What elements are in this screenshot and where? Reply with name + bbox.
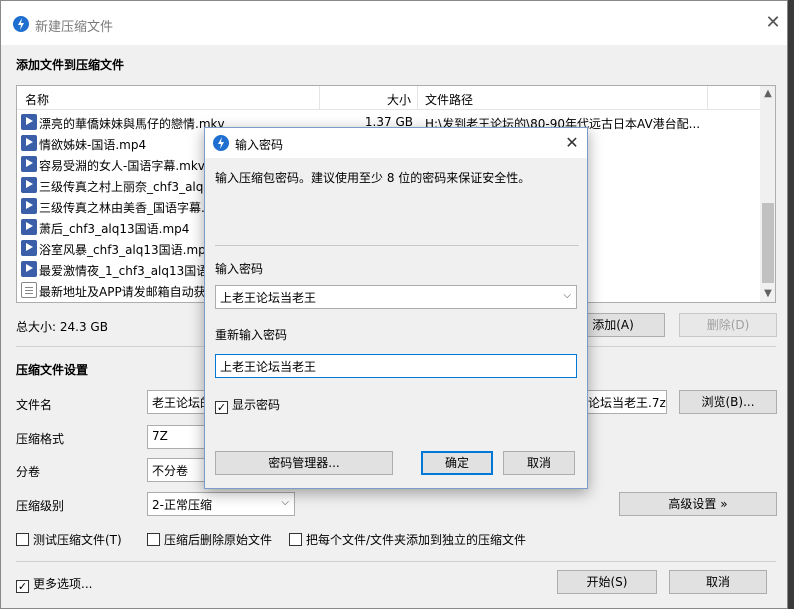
app-logo-icon: [213, 135, 229, 151]
password-value: 上老王论坛当老王: [220, 291, 317, 305]
split-label: 分卷: [16, 465, 41, 479]
level-select[interactable]: 2-正常压缩 ⌵: [147, 492, 295, 516]
file-name: 漂亮的華僑妹妹與馬仔的戀情.mkv: [39, 117, 225, 131]
title-bar: 新建压缩文件 ✕: [1, 1, 787, 45]
window-close-icon[interactable]: ✕: [761, 11, 785, 35]
column-separator[interactable]: [707, 86, 708, 110]
section-divider: [16, 561, 776, 562]
column-name-header[interactable]: 名称: [25, 91, 49, 108]
filename-label: 文件名: [16, 398, 53, 412]
format-label: 压缩格式: [16, 432, 65, 446]
ok-button[interactable]: 确定: [421, 451, 493, 475]
filename-value: 老王论坛的: [152, 396, 213, 410]
file-name: 三级传真之村上丽奈_chf3_alq1: [39, 180, 212, 194]
file-name: 三级传真之林由美香_国语字幕.: [39, 201, 205, 215]
format-select[interactable]: 7Z: [147, 425, 207, 449]
file-name: 浴室风暴_chf3_alq13国语.mp4: [39, 243, 214, 257]
column-separator[interactable]: [417, 86, 418, 110]
files-section-label: 添加文件到压缩文件: [16, 58, 125, 72]
separate-archives-label: 把每个文件/文件夹添加到独立的压缩文件: [306, 533, 527, 547]
test-archive-label: 测试压缩文件(T): [33, 533, 122, 547]
confirm-password-label: 重新输入密码: [215, 328, 288, 342]
checkbox-box[interactable]: [289, 533, 302, 546]
level-value: 2-正常压缩: [152, 498, 212, 512]
more-options-checkbox[interactable]: ✓ 更多选项...: [16, 575, 92, 593]
format-value: 7Z: [152, 429, 168, 443]
file-name: 容易受淵的女人-国语字幕.mkv: [39, 159, 205, 173]
delete-button[interactable]: 删除(D): [679, 313, 777, 337]
scroll-up-icon[interactable]: ▲: [760, 86, 775, 102]
video-file-icon: [21, 219, 37, 235]
file-name: 萧后_chf3_alq13国语.mp4: [39, 222, 190, 236]
split-value: 不分卷: [152, 464, 189, 478]
dialog-description: 输入压缩包密码。建议使用至少 8 位的密码来保证安全性。: [215, 171, 531, 185]
video-file-icon: [21, 198, 37, 214]
delete-after-checkbox[interactable]: 压缩后删除原始文件: [147, 531, 272, 548]
settings-section-label: 压缩文件设置: [16, 363, 89, 377]
video-file-icon: [21, 240, 37, 256]
password-combobox[interactable]: 上老王论坛当老王 ⌵: [215, 285, 577, 309]
file-name: 最爱激情夜_1_chf3_alq13国语.: [39, 264, 213, 278]
confirm-password-input[interactable]: 上老王论坛当老王: [215, 354, 577, 378]
password-manager-button[interactable]: 密码管理器...: [215, 451, 393, 475]
file-name: 情欲姊妹-国语.mp4: [39, 138, 147, 152]
show-password-label: 显示密码: [232, 398, 281, 412]
chevron-down-icon[interactable]: ⌵: [563, 290, 571, 301]
password-label: 输入密码: [215, 262, 264, 276]
scroll-down-icon[interactable]: ▼: [760, 286, 775, 302]
background-window-edge: [788, 0, 794, 609]
dialog-title: 输入密码: [235, 138, 284, 152]
total-size: 总大小: 24.3 GB: [16, 320, 108, 334]
more-options-label: 更多选项...: [33, 577, 93, 591]
checkbox-box[interactable]: [147, 533, 160, 546]
video-file-icon: [21, 114, 37, 130]
cancel-button[interactable]: 取消: [669, 570, 767, 594]
filename-tail: 论坛当老王.7z: [588, 396, 666, 410]
start-button[interactable]: 开始(S): [557, 570, 657, 594]
video-file-icon: [21, 156, 37, 172]
app-logo-icon: [13, 16, 29, 32]
column-path-header[interactable]: 文件路径: [425, 91, 473, 108]
browse-button[interactable]: 浏览(B)...: [679, 390, 777, 414]
separate-archives-checkbox[interactable]: 把每个文件/文件夹添加到独立的压缩文件: [289, 531, 526, 548]
dialog-title-bar: 输入密码 ✕: [205, 128, 587, 158]
scrollbar-thumb[interactable]: [762, 203, 774, 283]
column-separator[interactable]: [319, 86, 320, 110]
advanced-settings-button[interactable]: 高级设置 »: [619, 492, 777, 516]
document-file-icon: [21, 282, 37, 298]
check-icon[interactable]: ✓: [215, 401, 228, 414]
check-icon[interactable]: ✓: [16, 580, 29, 593]
video-file-icon: [21, 261, 37, 277]
dialog-divider: [215, 245, 579, 246]
checkbox-box[interactable]: [16, 533, 29, 546]
video-file-icon: [21, 177, 37, 193]
window-title: 新建压缩文件: [35, 20, 114, 35]
dialog-close-icon[interactable]: ✕: [561, 132, 583, 154]
file-list-scrollbar[interactable]: ▲ ▼: [760, 86, 775, 302]
password-dialog: 输入密码 ✕ 输入压缩包密码。建议使用至少 8 位的密码来保证安全性。 输入密码…: [204, 127, 588, 489]
level-label: 压缩级别: [16, 499, 65, 513]
delete-after-label: 压缩后删除原始文件: [164, 533, 273, 547]
file-list-header: 名称 大小 文件路径: [17, 86, 760, 110]
video-file-icon: [21, 135, 37, 151]
file-name: 最新地址及APP请发邮箱自动获: [39, 285, 206, 299]
show-password-checkbox[interactable]: ✓ 显示密码: [215, 396, 280, 414]
column-size-header[interactable]: 大小: [387, 91, 411, 108]
split-select[interactable]: 不分卷: [147, 458, 207, 482]
dialog-cancel-button[interactable]: 取消: [503, 451, 575, 475]
confirm-password-value: 上老王论坛当老王: [220, 360, 317, 374]
test-archive-checkbox[interactable]: 测试压缩文件(T): [16, 531, 122, 548]
chevron-down-icon: ⌵: [281, 497, 289, 508]
